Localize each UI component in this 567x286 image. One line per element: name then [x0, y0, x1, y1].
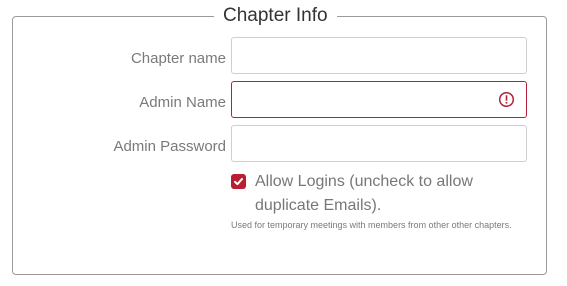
admin-name-input[interactable] [231, 81, 527, 118]
section-title: Chapter Info [214, 3, 337, 29]
chapter-name-label: Chapter name [130, 50, 226, 67]
allow-logins-help-text: Used for temporary meetings with members… [231, 220, 512, 230]
admin-password-label: Admin Password [113, 138, 226, 155]
admin-name-label: Admin Name [139, 94, 226, 111]
chapter-name-input[interactable] [231, 37, 527, 74]
checkmark-icon [234, 178, 243, 186]
allow-logins-label[interactable]: Allow Logins (uncheck to allow duplicate… [255, 170, 515, 218]
admin-password-input[interactable] [231, 125, 527, 162]
exclamation-circle-icon [498, 91, 515, 108]
allow-logins-checkbox[interactable] [231, 174, 246, 189]
